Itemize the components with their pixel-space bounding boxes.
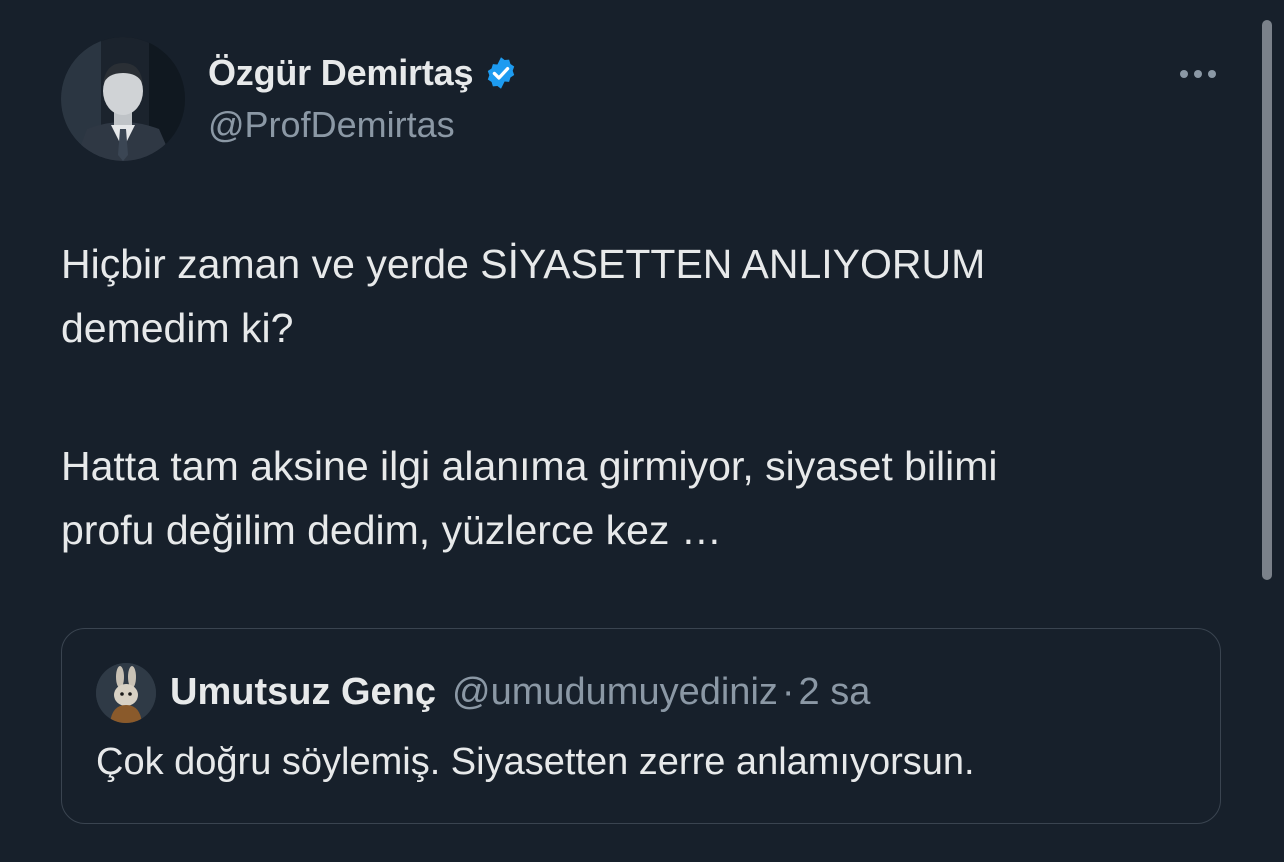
quoted-author-avatar[interactable] bbox=[96, 663, 156, 723]
scrollbar[interactable] bbox=[1262, 20, 1272, 580]
more-horizontal-icon bbox=[1208, 70, 1216, 78]
author-name-row[interactable]: Özgür Demirtaş bbox=[208, 52, 519, 94]
more-horizontal-icon bbox=[1194, 70, 1202, 78]
quoted-tweet-text: Çok doğru söylemiş. Siyasetten zerre anl… bbox=[96, 741, 975, 783]
verified-badge-icon[interactable] bbox=[483, 55, 519, 91]
quoted-tweet-card[interactable]: Umutsuz Genç @umudumuyediniz · 2 sa Çok … bbox=[61, 628, 1221, 824]
tweet-line: Hiçbir zaman ve yerde SİYASETTEN ANLIYOR… bbox=[61, 241, 986, 287]
more-options-button[interactable] bbox=[1170, 58, 1226, 90]
tweet-line: Hatta tam aksine ilgi alanıma girmiyor, … bbox=[61, 443, 998, 489]
tweet-paragraph-1: Hiçbir zaman ve yerde SİYASETTEN ANLIYOR… bbox=[61, 232, 1201, 360]
author-display-name[interactable]: Özgür Demirtaş bbox=[208, 52, 473, 94]
separator-dot: · bbox=[781, 671, 795, 713]
more-horizontal-icon bbox=[1180, 70, 1188, 78]
quoted-tweet-header: Umutsuz Genç @umudumuyediniz · 2 sa bbox=[170, 671, 870, 714]
tweet-line: profu değilim dedim, yüzlerce kez … bbox=[61, 507, 722, 553]
quoted-author-name[interactable]: Umutsuz Genç bbox=[170, 671, 436, 714]
quoted-tweet-time[interactable]: 2 sa bbox=[799, 671, 871, 714]
author-avatar[interactable] bbox=[61, 37, 185, 161]
quoted-author-handle[interactable]: @umudumuyediniz bbox=[452, 671, 778, 714]
tweet-line: demedim ki? bbox=[61, 305, 294, 351]
author-handle[interactable]: @ProfDemirtas bbox=[208, 104, 455, 146]
tweet-paragraph-2: Hatta tam aksine ilgi alanıma girmiyor, … bbox=[61, 434, 1201, 562]
